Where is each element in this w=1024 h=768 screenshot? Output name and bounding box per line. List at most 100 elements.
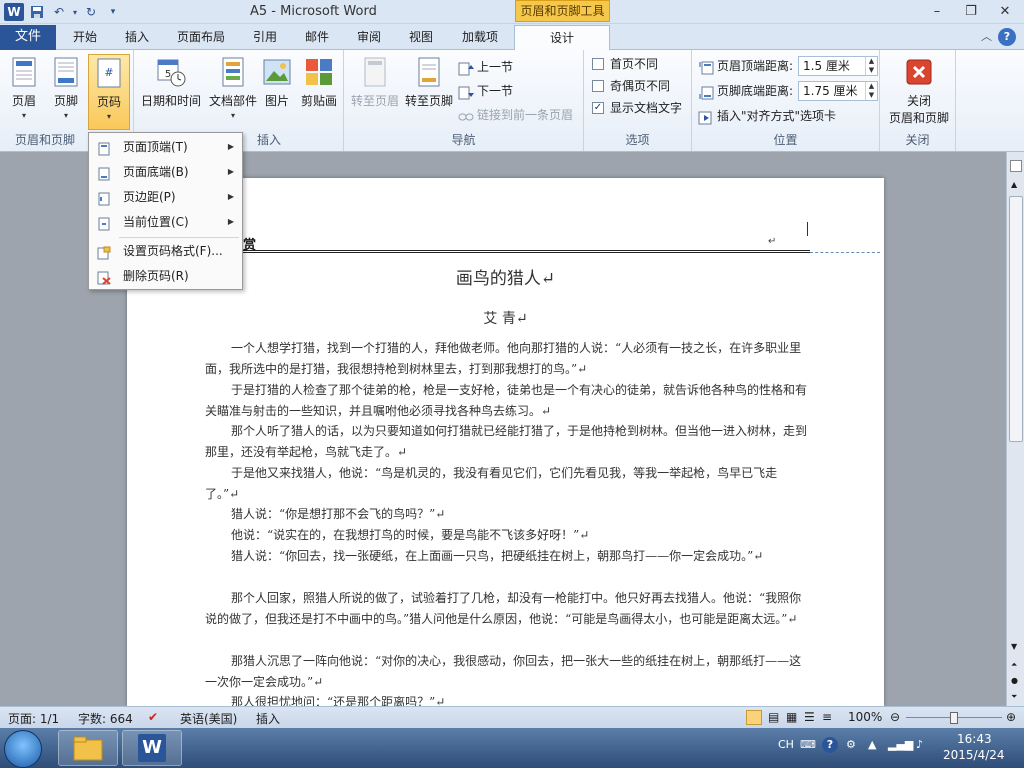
- menu-item-top-of-page[interactable]: 页面顶端(T) ▶: [89, 135, 242, 159]
- zoom-level[interactable]: 100%: [848, 710, 882, 724]
- paragraph[interactable]: 于是打猎的人检查了那个徒弟的枪，枪是一支好枪，徒弟也是一个有决心的徒弟，就告诉他…: [205, 380, 810, 422]
- spinner-arrows-icon[interactable]: ▲ ▼: [865, 57, 877, 75]
- tab-view[interactable]: 视图: [398, 25, 444, 50]
- paragraph[interactable]: 于是他又来找猎人，他说：“鸟是机灵的，我没有看见它们，它们先看见我，等我一举起枪…: [205, 463, 810, 505]
- submenu-arrow-icon: ▶: [227, 192, 234, 201]
- proofing-icon[interactable]: ✔: [148, 710, 158, 724]
- insert-align-tab-button[interactable]: 插入"对齐方式"选项卡: [698, 105, 836, 127]
- save-icon[interactable]: [28, 3, 46, 21]
- paragraph[interactable]: 一个人想学打猎，找到一个打猎的人，拜他做老师。他向那打猎的人说：“人必须有一技之…: [205, 338, 810, 380]
- volume-icon[interactable]: ♪: [916, 738, 923, 751]
- menu-item-bottom-of-page[interactable]: 页面底端(B) ▶: [89, 160, 242, 184]
- tab-design[interactable]: 设计: [514, 25, 610, 50]
- show-text-checkbox[interactable]: ✓ 显示文档文字: [592, 98, 682, 118]
- tab-file[interactable]: 文件: [0, 25, 56, 50]
- page-count-status[interactable]: 页面: 1/1: [8, 710, 59, 727]
- network-icon[interactable]: ▂▄▆: [888, 738, 913, 751]
- outline-view-icon[interactable]: ☰: [804, 710, 815, 724]
- restore-icon[interactable]: ❐: [958, 2, 984, 20]
- explorer-taskbar-button[interactable]: [58, 730, 118, 766]
- tab-references[interactable]: 引用: [242, 25, 288, 50]
- zoom-out-icon[interactable]: ⊖: [890, 710, 900, 724]
- prev-section-icon: [458, 61, 474, 75]
- browse-object-icon[interactable]: ●: [1011, 676, 1018, 685]
- next-section-button[interactable]: 下一节: [458, 80, 513, 102]
- doc-parts-button[interactable]: 文档部件 ▾: [206, 54, 260, 130]
- page-top-icon: [97, 140, 111, 156]
- menu-item-page-margins[interactable]: 页边距(P) ▶: [89, 185, 242, 209]
- prev-section-button[interactable]: 上一节: [458, 56, 513, 78]
- next-page-icon[interactable]: ⏷: [1011, 692, 1017, 702]
- paragraph[interactable]: 那个人回家，照猎人所说的做了，试验着打了几枪，却没有一枪能打中。他只好再去找猎人…: [205, 588, 810, 630]
- prev-section-label: 上一节: [477, 60, 514, 74]
- paragraph[interactable]: 那个人听了猎人的话，以为只要知道如何打猎就已经能打猎了，于是他持枪到树林。但当他…: [205, 421, 810, 463]
- tab-insert[interactable]: 插入: [114, 25, 160, 50]
- document-author[interactable]: 艾 青↵: [127, 308, 884, 328]
- tab-mailings[interactable]: 邮件: [294, 25, 340, 50]
- help-tray-icon[interactable]: ?: [822, 737, 838, 753]
- header-label: 页眉: [11, 94, 36, 108]
- clock-time[interactable]: 16:43: [957, 732, 992, 746]
- footer-button[interactable]: 页脚 ▾: [46, 54, 86, 130]
- picture-button[interactable]: 图片: [260, 54, 294, 130]
- tab-review[interactable]: 审阅: [346, 25, 392, 50]
- paragraph[interactable]: 猎人说：“你是想打那不会飞的鸟吗？”↵: [205, 504, 810, 525]
- customize-qat-icon[interactable]: ▾: [104, 3, 122, 21]
- footer-distance-spinner[interactable]: 1.75 厘米 ▲ ▼: [798, 81, 878, 101]
- vertical-scrollbar[interactable]: ▲ ▼ ⏶ ● ⏷: [1006, 152, 1024, 706]
- first-page-checkbox[interactable]: 首页不同: [592, 54, 658, 74]
- menu-item-format-page-numbers[interactable]: 设置页码格式(F)...: [89, 239, 242, 263]
- prev-page-icon[interactable]: ⏶: [1011, 660, 1017, 670]
- clock-date[interactable]: 2015/4/24: [943, 748, 1005, 762]
- header-distance-spinner[interactable]: 1.5 厘米 ▲ ▼: [798, 56, 878, 76]
- menu-item-current-position[interactable]: 当前位置(C) ▶: [89, 210, 242, 234]
- start-button[interactable]: [4, 730, 42, 768]
- redo-icon[interactable]: ↻: [82, 3, 100, 21]
- web-layout-icon[interactable]: ▦: [786, 710, 797, 724]
- word-taskbar-button[interactable]: W: [122, 730, 182, 766]
- date-time-button[interactable]: 5 日期和时间: [138, 54, 204, 130]
- menu-item-label: 页面底端(B): [123, 165, 189, 179]
- odd-even-checkbox[interactable]: 奇偶页不同: [592, 76, 670, 96]
- print-layout-icon[interactable]: [746, 710, 762, 725]
- paragraph[interactable]: 他说：“说实在的，在我想打鸟的时候，要是鸟能不飞该多好呀！”↵: [205, 525, 810, 546]
- zoom-in-icon[interactable]: ⊕: [1006, 710, 1016, 724]
- minimize-ribbon-icon[interactable]: ︿: [981, 28, 992, 44]
- scroll-down-icon[interactable]: ▼: [1011, 642, 1017, 651]
- minimize-icon[interactable]: –: [924, 2, 950, 20]
- header-boundary-dashed: [810, 252, 880, 253]
- scroll-thumb[interactable]: [1009, 196, 1023, 442]
- tab-addins[interactable]: 加载项: [452, 25, 508, 50]
- link-previous-button[interactable]: 链接到前一条页眉: [458, 104, 573, 126]
- zoom-slider-thumb[interactable]: [950, 712, 958, 724]
- insert-mode-status[interactable]: 插入: [256, 710, 280, 727]
- tab-page-layout[interactable]: 页面布局: [168, 25, 234, 50]
- settings-tray-icon[interactable]: ⚙: [846, 738, 856, 751]
- help-icon[interactable]: ?: [998, 28, 1016, 46]
- full-screen-reading-icon[interactable]: ▤: [768, 710, 779, 724]
- close-icon[interactable]: ✕: [992, 2, 1018, 20]
- ime-icon[interactable]: ⌨: [800, 738, 816, 751]
- clipart-button[interactable]: 剪贴画: [298, 54, 340, 130]
- spinner-arrows-icon[interactable]: ▲ ▼: [865, 82, 877, 100]
- menu-item-remove-page-numbers[interactable]: 删除页码(R): [89, 264, 242, 288]
- paragraph[interactable]: 那猎人沉思了一阵向他说：“对你的决心，我很感动，你回去，把一张大一些的纸挂在树上…: [205, 651, 810, 693]
- header-distance-label-row: 页眉顶端距离:: [698, 55, 793, 77]
- word-count-status[interactable]: 字数: 664: [78, 710, 133, 727]
- close-header-footer-button[interactable]: 关闭 页眉和页脚: [884, 54, 954, 130]
- scroll-up-icon[interactable]: ▲: [1011, 180, 1017, 189]
- language-status[interactable]: 英语(美国): [180, 710, 237, 727]
- paragraph[interactable]: 猎人说：“你回去，找一张硬纸，在上面画一只鸟，把硬纸挂在树上，朝那鸟打——你一定…: [205, 546, 810, 567]
- show-hidden-icons[interactable]: ▲: [868, 738, 876, 751]
- page-number-button[interactable]: # 页码 ▾: [88, 54, 130, 130]
- page-number-menu: 页面顶端(T) ▶ 页面底端(B) ▶ 页边距(P) ▶ 当前位置(C) ▶ 设…: [88, 132, 243, 290]
- input-language[interactable]: CH: [778, 738, 794, 751]
- paragraph[interactable]: 那人很担忧地问：“还是那个距离吗？”↵: [205, 692, 810, 706]
- tab-home[interactable]: 开始: [62, 25, 108, 50]
- goto-header-button[interactable]: 转至页眉: [348, 54, 402, 130]
- word-app-icon[interactable]: W: [4, 3, 24, 21]
- header-button[interactable]: 页眉 ▾: [4, 54, 44, 130]
- goto-footer-button[interactable]: 转至页脚: [402, 54, 456, 130]
- ruler-toggle-icon[interactable]: [1010, 160, 1022, 172]
- draft-view-icon[interactable]: ≡: [822, 710, 832, 724]
